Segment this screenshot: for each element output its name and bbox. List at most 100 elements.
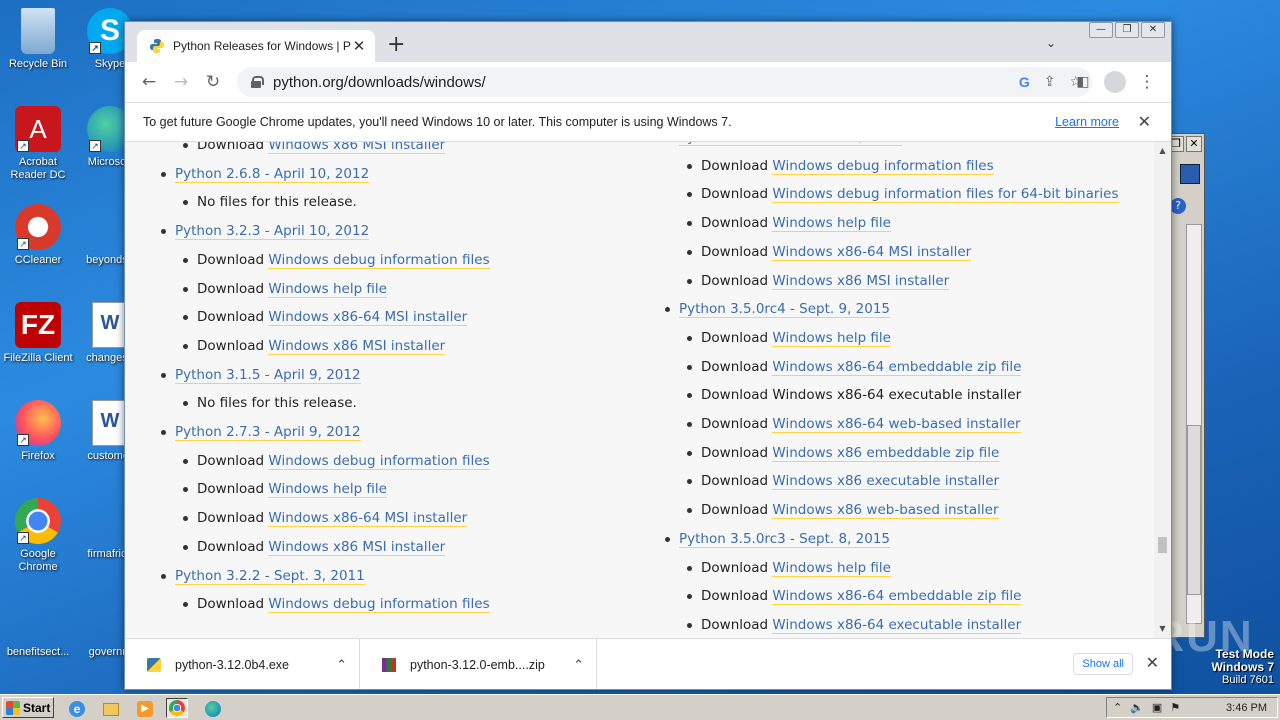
chevron-up-icon[interactable]: ⌃ bbox=[573, 657, 584, 673]
internet-explorer-taskbar-icon[interactable]: e bbox=[66, 698, 88, 718]
download-link[interactable]: Windows x86 MSI installer bbox=[268, 337, 446, 355]
download-link[interactable]: Windows x86 MSI installer bbox=[772, 272, 950, 290]
back-arrow-icon[interactable]: ← bbox=[139, 72, 159, 92]
tab-python-releases[interactable]: Python Releases for Windows | Pyth ✕ bbox=[137, 30, 375, 62]
menu-kebab-icon[interactable]: ⋮ bbox=[1137, 72, 1157, 92]
download-link[interactable]: Windows x86-64 embeddable zip file bbox=[772, 588, 1022, 606]
download-link[interactable]: Windows x86-64 MSI installer bbox=[268, 510, 468, 528]
download-link[interactable]: Windows debug information files bbox=[268, 251, 490, 269]
list-bullet bbox=[687, 364, 692, 370]
desktop-icon-firefox[interactable]: ↗ Firefox bbox=[0, 400, 76, 463]
search-icon[interactable] bbox=[1180, 164, 1200, 184]
download-link[interactable]: Windows help file bbox=[772, 559, 891, 577]
tray-expand-icon[interactable]: ⌃ bbox=[1113, 701, 1122, 714]
title-bar[interactable]: Python Releases for Windows | Pyth ✕ + ⌄… bbox=[125, 22, 1171, 62]
document-icon bbox=[15, 596, 61, 642]
desktop-icon-recycle-bin[interactable]: Recycle Bin bbox=[0, 8, 76, 71]
list-bullet bbox=[687, 422, 692, 427]
release-link[interactable]: Python 3.1.5 - April 9, 2012 bbox=[175, 366, 361, 384]
download-bar: python-3.12.0b4.exe ⌃ python-3.12.0-emb.… bbox=[125, 638, 1171, 689]
media-player-taskbar-icon[interactable]: ▶ bbox=[134, 698, 156, 718]
help-icon[interactable]: ? bbox=[1170, 198, 1186, 214]
edge-taskbar-icon[interactable] bbox=[202, 698, 224, 718]
download-list-item: Download Windows x86 embeddable zip file bbox=[687, 444, 1000, 462]
download-link[interactable]: Windows x86-64 MSI installer bbox=[268, 309, 468, 327]
chrome-taskbar-icon[interactable] bbox=[166, 698, 188, 718]
download-link[interactable]: Windows help file bbox=[772, 329, 891, 347]
volume-icon[interactable]: 🔈 bbox=[1130, 701, 1144, 714]
release-link[interactable]: Python 2.6.8 - April 10, 2012 bbox=[175, 165, 370, 183]
maximize-button[interactable]: ❐ bbox=[1115, 22, 1139, 38]
list-bullet bbox=[183, 516, 188, 522]
infobar-close-icon[interactable]: ✕ bbox=[1138, 112, 1151, 132]
download-link[interactable]: Windows x86 MSI installer bbox=[268, 142, 446, 154]
share-icon[interactable]: ⇪ bbox=[1044, 74, 1056, 90]
download-link[interactable]: Windows help file bbox=[772, 215, 891, 233]
desktop-icon-benefitsect[interactable]: benefitsect... bbox=[0, 596, 76, 659]
download-link[interactable]: Windows x86-64 executable installer bbox=[772, 616, 1022, 634]
tab-search-chevron-icon[interactable]: ⌄ bbox=[1046, 36, 1056, 50]
close-tab-icon[interactable]: ✕ bbox=[351, 37, 367, 55]
release-link[interactable]: Python 3.5.0rc3 - Sept. 8, 2015 bbox=[679, 530, 891, 548]
scroll-down-icon[interactable]: ▼ bbox=[1154, 622, 1171, 636]
download-link[interactable]: Windows debug information files bbox=[268, 596, 490, 614]
url-text[interactable]: python.org/downloads/windows/ bbox=[273, 74, 486, 91]
close-window-button[interactable]: ✕ bbox=[1141, 22, 1165, 38]
desktop-icon-acrobat[interactable]: A ↗ Acrobat Reader DC bbox=[0, 106, 76, 182]
google-translate-icon[interactable]: G bbox=[1019, 74, 1030, 90]
show-all-downloads-button[interactable]: Show all bbox=[1073, 653, 1133, 675]
download-link[interactable]: Windows help file bbox=[268, 481, 387, 499]
download-item-zip[interactable]: python-3.12.0-emb....zip ⌃ bbox=[360, 639, 597, 689]
download-bar-close-icon[interactable]: ✕ bbox=[1146, 653, 1159, 673]
learn-more-link[interactable]: Learn more bbox=[1055, 115, 1119, 129]
network-icon[interactable]: ▣ bbox=[1152, 701, 1162, 714]
desktop-icon-chrome[interactable]: ↗ Google Chrome bbox=[0, 498, 76, 574]
download-link[interactable]: Windows x86-64 embeddable zip file bbox=[772, 358, 1022, 376]
release-link[interactable]: Python 2.7.3 - April 9, 2012 bbox=[175, 424, 361, 441]
scroll-up-icon[interactable]: ▲ bbox=[1154, 144, 1171, 158]
list-bullet bbox=[687, 221, 692, 227]
download-link[interactable]: Windows x86 MSI installer bbox=[268, 538, 446, 556]
release-link[interactable]: Python 3.2.2 - Sept. 3, 2011 bbox=[175, 567, 365, 585]
reload-icon[interactable]: ↻ bbox=[203, 72, 223, 92]
test-mode-notice: Test Mode Windows 7 Build 7601 bbox=[1211, 647, 1274, 687]
release-link[interactable]: Python 3.2.3 - April 10, 2012 bbox=[175, 223, 370, 241]
start-button[interactable]: Start bbox=[2, 697, 54, 718]
desktop-icon-filezilla[interactable]: FZ FileZilla Client bbox=[0, 302, 76, 365]
list-bullet bbox=[687, 450, 692, 456]
release-heading: Python 2.7.3 - April 9, 2012 bbox=[161, 424, 361, 441]
download-link[interactable]: Windows x86-64 executable installer bbox=[772, 387, 1021, 403]
clock[interactable]: 3:46 PM bbox=[1226, 702, 1267, 714]
profile-avatar-icon[interactable] bbox=[1104, 71, 1126, 93]
release-link[interactable]: Python 3.5.0rc4 - Sept. 9, 2015 bbox=[679, 301, 891, 319]
download-link[interactable]: Windows x86 executable installer bbox=[772, 473, 1000, 491]
download-link[interactable]: Windows debug information files bbox=[268, 452, 490, 470]
forward-arrow-icon[interactable]: → bbox=[171, 72, 191, 92]
download-link[interactable]: Windows x86-64 web-based installer bbox=[772, 416, 1021, 433]
chevron-up-icon[interactable]: ⌃ bbox=[336, 657, 347, 673]
download-list-item: Download Windows x86-64 executable insta… bbox=[687, 387, 1021, 403]
chrome-window: Python Releases for Windows | Pyth ✕ + ⌄… bbox=[124, 21, 1172, 690]
download-link[interactable]: Windows debug information files bbox=[772, 157, 994, 175]
lock-icon[interactable] bbox=[251, 76, 264, 88]
side-panel-icon[interactable]: ◧ bbox=[1073, 72, 1093, 92]
close-icon[interactable]: ✕ bbox=[1186, 136, 1202, 152]
download-link[interactable]: Windows x86 web-based installer bbox=[772, 502, 999, 520]
page-scrollbar[interactable]: ▲ ▼ bbox=[1154, 142, 1171, 638]
background-window-scrollbar[interactable] bbox=[1186, 224, 1202, 624]
download-link[interactable]: Windows x86 embeddable zip file bbox=[772, 444, 1000, 462]
desktop-icon-ccleaner[interactable]: ↗ CCleaner bbox=[0, 204, 76, 267]
download-link[interactable]: Windows help file bbox=[268, 280, 387, 298]
action-center-flag-icon[interactable]: ⚑ bbox=[1170, 701, 1180, 714]
new-tab-button[interactable]: + bbox=[387, 34, 405, 56]
list-bullet bbox=[183, 315, 188, 321]
download-link[interactable]: Windows debug information files for 64-b… bbox=[772, 186, 1119, 204]
scrollbar-thumb[interactable] bbox=[1158, 537, 1167, 553]
download-item-exe[interactable]: python-3.12.0b4.exe ⌃ bbox=[125, 639, 360, 689]
address-bar[interactable]: python.org/downloads/windows/ G ⇪ ☆ bbox=[237, 67, 1092, 97]
download-list-item: Download Windows x86-64 MSI installer bbox=[183, 510, 468, 528]
minimize-button[interactable]: — bbox=[1089, 22, 1113, 38]
explorer-folder-taskbar-icon[interactable] bbox=[100, 698, 122, 718]
release-link[interactable]: Python 2.7.11rc1 - Nov. 21, 2015 bbox=[679, 142, 902, 146]
download-link[interactable]: Windows x86-64 MSI installer bbox=[772, 243, 972, 261]
